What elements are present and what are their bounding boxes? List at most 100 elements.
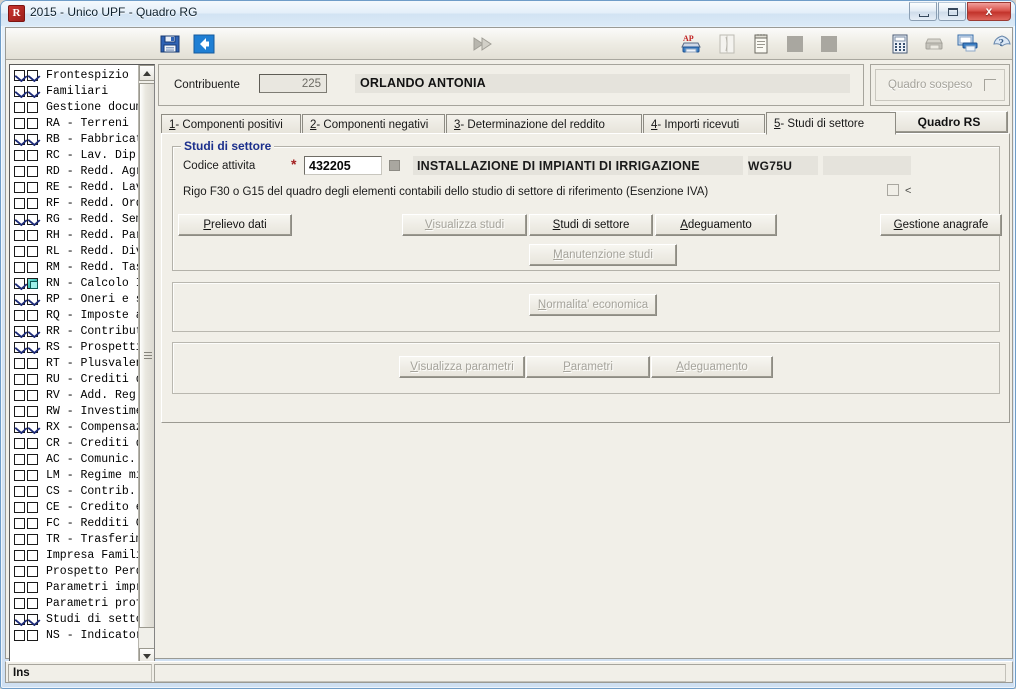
tree-row[interactable]: RE - Redd. Lav. Aut. [10, 179, 138, 195]
tree-row-checkbox-secondary[interactable] [27, 181, 38, 193]
tree-row[interactable]: RF - Redd. Ord. [10, 195, 138, 211]
print-ap-icon[interactable]: AP [679, 32, 703, 56]
tree-row[interactable]: RQ - Imposte addiz. [10, 307, 138, 323]
tab-5[interactable]: 5 - Studi di settore [766, 112, 896, 135]
tree-row-checkbox-primary[interactable] [14, 69, 25, 81]
scroll-up-button[interactable] [139, 65, 154, 81]
tree-row-checkbox-secondary[interactable] [27, 101, 38, 113]
tree-row-checkbox-primary[interactable] [14, 389, 25, 401]
esenzione-iva-checkbox[interactable] [887, 184, 899, 196]
tree-row-checkbox-secondary[interactable] [27, 485, 38, 497]
tree-row[interactable]: LM - Regime minimi [10, 467, 138, 483]
save-icon[interactable] [158, 32, 182, 56]
tree-row-checkbox-primary[interactable] [14, 549, 25, 561]
tree-row[interactable]: Studi di settore [10, 611, 138, 627]
tree-row-checkbox-primary[interactable] [14, 309, 25, 321]
tree-row[interactable]: Familiari [10, 83, 138, 99]
tree-row-checkbox-primary[interactable] [14, 229, 25, 241]
tree-row[interactable]: FC - Redditi CFC [10, 515, 138, 531]
codice-attivita-input[interactable]: 432205 [304, 156, 382, 175]
tree-row-checkbox-secondary[interactable] [27, 421, 38, 433]
tree-row[interactable]: RM - Redd. Tass. Sep. [10, 259, 138, 275]
tree-row-checkbox-secondary[interactable] [27, 517, 38, 529]
tree-row-checkbox-primary[interactable] [14, 581, 25, 593]
tree-row-checkbox-primary[interactable] [14, 421, 25, 433]
tree-row-checkbox-primary[interactable] [14, 117, 25, 129]
scroll-thumb[interactable] [139, 83, 154, 628]
tree-row-checkbox-secondary[interactable] [27, 501, 38, 513]
tree-row-checkbox-secondary[interactable] [27, 533, 38, 545]
tree-row-checkbox-secondary[interactable] [27, 133, 38, 145]
tab-4[interactable]: 4 - Importi ricevuti [643, 114, 765, 134]
tree-row[interactable]: RD - Redd. Agrari [10, 163, 138, 179]
tree-row[interactable]: NS - Indicatori [10, 627, 138, 643]
tree-row-checkbox-primary[interactable] [14, 197, 25, 209]
tree-row[interactable]: RG - Redd. Sempl. [10, 211, 138, 227]
tree-row[interactable]: CS - Contrib. solid. [10, 483, 138, 499]
tree-row-checkbox-secondary[interactable] [27, 549, 38, 561]
lookup-swatch-icon[interactable] [389, 160, 400, 171]
tree-row-status-icon[interactable] [27, 277, 38, 289]
tree-row-checkbox-primary[interactable] [14, 629, 25, 641]
back-arrow-icon[interactable] [192, 32, 216, 56]
tree-row[interactable]: RR - Contributi prev. [10, 323, 138, 339]
tree-row-checkbox-primary[interactable] [14, 597, 25, 609]
tree-row-checkbox-secondary[interactable] [27, 293, 38, 305]
tree-row-checkbox-primary[interactable] [14, 181, 25, 193]
tree-row-checkbox-secondary[interactable] [27, 389, 38, 401]
tree-row-checkbox-primary[interactable] [14, 293, 25, 305]
prelievo-dati-button[interactable]: Prelievo dati [178, 214, 292, 236]
tree-row-checkbox-primary[interactable] [14, 133, 25, 145]
quadro-sospeso-checkbox[interactable] [984, 79, 996, 91]
print-preview-icon[interactable] [956, 32, 980, 56]
tree-row-checkbox-secondary[interactable] [27, 373, 38, 385]
tree-row-checkbox-secondary[interactable] [27, 341, 38, 353]
tree-row-checkbox-primary[interactable] [14, 437, 25, 449]
tree-row-checkbox-primary[interactable] [14, 485, 25, 497]
tree-row-checkbox-secondary[interactable] [27, 229, 38, 241]
tree-row-checkbox-primary[interactable] [14, 213, 25, 225]
tree-row-checkbox-secondary[interactable] [27, 597, 38, 609]
tab-3[interactable]: 3 - Determinazione del reddito [446, 114, 642, 134]
tree-row-checkbox-secondary[interactable] [27, 117, 38, 129]
tree-row[interactable]: Gestione documenti [10, 99, 138, 115]
tree-row-checkbox-secondary[interactable] [27, 261, 38, 273]
tree-row[interactable]: RX - Compensazioni [10, 419, 138, 435]
tree-row-checkbox-primary[interactable] [14, 373, 25, 385]
tree-row-checkbox-primary[interactable] [14, 101, 25, 113]
tree-row-checkbox-secondary[interactable] [27, 565, 38, 577]
tree-row-checkbox-primary[interactable] [14, 341, 25, 353]
tree-row[interactable]: Frontespizio [10, 67, 138, 83]
tree-row-checkbox-secondary[interactable] [27, 213, 38, 225]
tree-row[interactable]: RL - Redd. Divers [10, 243, 138, 259]
tree-row[interactable]: AC - Comunic. amm. [10, 451, 138, 467]
studi-di-settore-button[interactable]: Studi di settore [529, 214, 653, 236]
quadro-rs-button[interactable]: Quadro RS [890, 111, 1008, 133]
tree-row[interactable]: RN - Calcolo IRPEF [10, 275, 138, 291]
tree-row[interactable]: RH - Redd. Partec. [10, 227, 138, 243]
close-button[interactable]: x [967, 2, 1011, 21]
tree-row-checkbox-secondary[interactable] [27, 405, 38, 417]
tree-row-checkbox-secondary[interactable] [27, 581, 38, 593]
tree-row-checkbox-secondary[interactable] [27, 357, 38, 369]
tree-row-checkbox-secondary[interactable] [27, 437, 38, 449]
minimize-button[interactable] [909, 2, 937, 21]
tree-row[interactable]: CR - Crediti d'imposta [10, 435, 138, 451]
adeguamento-button[interactable]: Adeguamento [655, 214, 777, 236]
tree-row-checkbox-primary[interactable] [14, 501, 25, 513]
tree-row[interactable]: Parametri profess. [10, 595, 138, 611]
tree-row-checkbox-secondary[interactable] [27, 613, 38, 625]
tree-row[interactable]: CE - Credito estero [10, 499, 138, 515]
contribuente-number-field[interactable]: 225 [259, 74, 327, 93]
tree-row[interactable]: RA - Terreni [10, 115, 138, 131]
tree-row[interactable]: Prospetto Perdite [10, 563, 138, 579]
tree-row-checkbox-primary[interactable] [14, 85, 25, 97]
tree-row-checkbox-primary[interactable] [14, 277, 25, 289]
quadri-tree-panel[interactable]: Frontespizio Familiari Gestione documenti R… [9, 64, 155, 679]
tree-row-checkbox-secondary[interactable] [27, 629, 38, 641]
tree-row-checkbox-primary[interactable] [14, 149, 25, 161]
tree-row-checkbox-primary[interactable] [14, 613, 25, 625]
tree-row[interactable]: RP - Oneri e spese [10, 291, 138, 307]
tree-row-checkbox-primary[interactable] [14, 405, 25, 417]
tree-row-checkbox-secondary[interactable] [27, 453, 38, 465]
